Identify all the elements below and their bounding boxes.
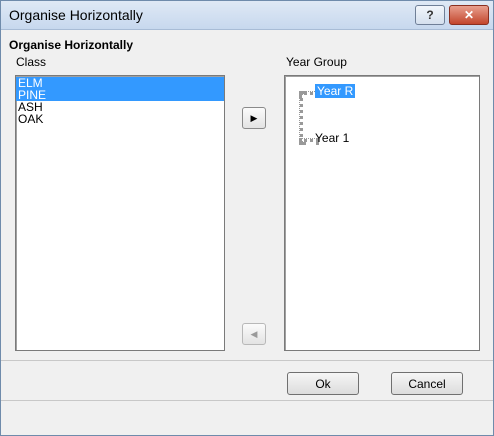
class-list-item[interactable]: OAK	[16, 113, 224, 125]
section-heading: Organise Horizontally	[9, 38, 134, 52]
tree-node-label: Year R	[315, 84, 356, 98]
help-button[interactable]: ?	[415, 5, 445, 25]
arrow-left-icon: ◀	[250, 328, 258, 339]
arrow-right-icon: ▶	[250, 112, 258, 123]
class-listbox[interactable]: ELM PINE ASH OAK	[15, 75, 225, 351]
tree-connector	[299, 91, 303, 145]
ok-button[interactable]: Ok	[287, 372, 359, 395]
year-group-tree[interactable]: Year R Year 1	[284, 75, 480, 351]
window-title: Organise Horizontally	[9, 7, 143, 23]
close-button[interactable]: ✕	[449, 5, 489, 25]
class-list-item[interactable]: ELM	[16, 77, 224, 89]
class-list-item[interactable]: PINE	[16, 89, 224, 101]
cancel-button[interactable]: Cancel	[391, 372, 463, 395]
close-icon: ✕	[463, 8, 475, 22]
tree-node-label: Year 1	[315, 131, 350, 145]
dialog-window: Organise Horizontally ? ✕ Organise Horiz…	[0, 0, 494, 436]
title-bar: Organise Horizontally ? ✕	[1, 1, 493, 30]
move-right-button[interactable]: ▶	[242, 107, 266, 129]
move-left-button[interactable]: ◀	[242, 323, 266, 345]
class-label: Class	[16, 55, 47, 69]
tree-node[interactable]: Year 1	[315, 131, 349, 145]
class-list-item[interactable]: ASH	[16, 101, 224, 113]
year-group-label: Year Group	[286, 55, 347, 69]
status-strip	[1, 400, 493, 435]
tree-node[interactable]: Year R	[315, 84, 356, 98]
help-icon: ?	[426, 8, 434, 22]
